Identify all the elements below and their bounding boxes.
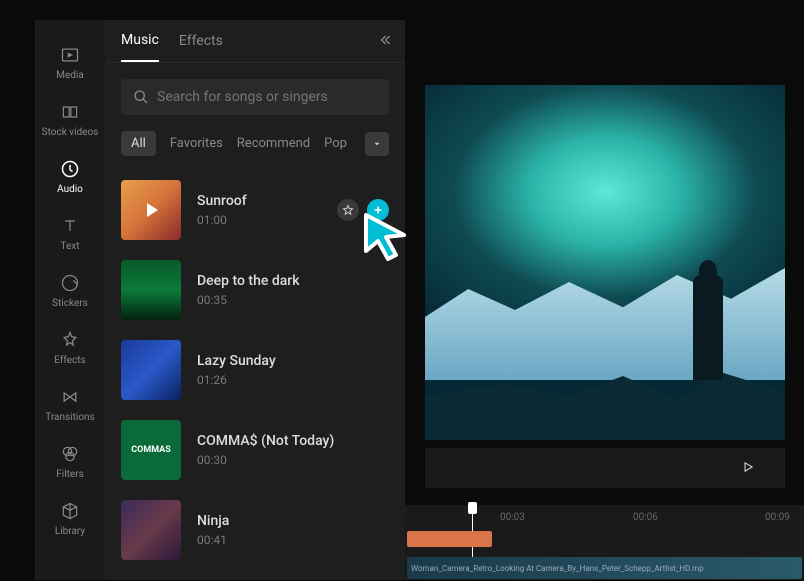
song-duration: 01:00 xyxy=(197,213,337,227)
sidebar-item-transitions[interactable]: Transitions xyxy=(35,376,105,433)
timeline[interactable]: 00:03 00:06 00:09 Woman_Camera_Retro_Loo… xyxy=(405,505,804,580)
ruler-mark: 00:06 xyxy=(633,512,658,523)
sidebar-item-media[interactable]: Media xyxy=(35,34,105,91)
song-info: Lazy Sunday 01:26 xyxy=(197,353,389,387)
song-item[interactable]: Deep to the dark 00:35 xyxy=(121,250,389,330)
song-info: COMMA$ (Not Today) 00:30 xyxy=(197,433,389,467)
stock-videos-icon xyxy=(59,101,81,123)
song-list: Sunroof 01:00 Deep to the dark 00:35 Laz… xyxy=(105,170,405,580)
sidebar: Media Stock videos Audio Text Stickers E… xyxy=(35,20,105,580)
sidebar-item-label: Stickers xyxy=(52,298,88,309)
add-button[interactable] xyxy=(367,199,389,221)
sidebar-item-stock-videos[interactable]: Stock videos xyxy=(35,91,105,148)
sidebar-item-label: Audio xyxy=(57,184,83,195)
timeline-ruler[interactable]: 00:03 00:06 00:09 xyxy=(405,505,804,529)
sidebar-item-audio[interactable]: Audio xyxy=(35,148,105,205)
filter-favorites[interactable]: Favorites xyxy=(170,136,223,151)
play-icon xyxy=(121,180,181,240)
filter-pop[interactable]: Pop xyxy=(324,136,347,151)
song-actions xyxy=(337,199,389,221)
filter-recommend[interactable]: Recommend xyxy=(237,136,310,151)
song-duration: 00:41 xyxy=(197,533,389,547)
song-info: Deep to the dark 00:35 xyxy=(197,273,389,307)
text-icon xyxy=(59,215,81,237)
song-duration: 00:30 xyxy=(197,453,389,467)
sidebar-item-label: Transitions xyxy=(45,412,94,423)
song-duration: 01:26 xyxy=(197,373,389,387)
play-button[interactable] xyxy=(741,459,755,478)
song-item[interactable]: Ninja 00:41 xyxy=(121,490,389,570)
sidebar-item-label: Text xyxy=(60,241,79,252)
tabs: Music Effects xyxy=(105,20,405,63)
stickers-icon xyxy=(59,272,81,294)
preview-image xyxy=(425,85,785,440)
favorite-button[interactable] xyxy=(337,199,359,221)
song-title: Deep to the dark xyxy=(197,273,389,289)
audio-panel: Music Effects All Favorites Recommend Po… xyxy=(105,20,405,580)
search-icon xyxy=(133,89,149,105)
sidebar-item-stickers[interactable]: Stickers xyxy=(35,262,105,319)
preview-controls xyxy=(425,448,785,488)
search-input[interactable] xyxy=(157,89,377,105)
timeline-track-audio[interactable] xyxy=(405,531,804,555)
video-clip[interactable]: Woman_Camera_Retro_Looking At Camera_By_… xyxy=(407,557,802,579)
sidebar-item-label: Media xyxy=(56,70,84,81)
song-title: Sunroof xyxy=(197,193,337,209)
collapse-icon[interactable] xyxy=(377,32,393,52)
filter-dropdown[interactable] xyxy=(365,132,389,156)
song-item[interactable]: Lazy Sunday 01:26 xyxy=(121,330,389,410)
ruler-mark: 00:03 xyxy=(500,512,525,523)
timeline-track-video[interactable]: Woman_Camera_Retro_Looking At Camera_By_… xyxy=(405,557,804,581)
transitions-icon xyxy=(59,386,81,408)
song-item[interactable]: Sunroof 01:00 xyxy=(121,170,389,250)
song-thumbnail[interactable] xyxy=(121,340,181,400)
sidebar-item-text[interactable]: Text xyxy=(35,205,105,262)
ruler-mark: 00:09 xyxy=(765,512,790,523)
song-title: Lazy Sunday xyxy=(197,353,389,369)
tab-effects[interactable]: Effects xyxy=(179,33,223,61)
sidebar-item-filters[interactable]: Filters xyxy=(35,433,105,490)
tab-music[interactable]: Music xyxy=(121,32,159,62)
song-thumbnail[interactable]: COMMAS xyxy=(121,420,181,480)
song-item[interactable]: COMMAS COMMA$ (Not Today) 00:30 xyxy=(121,410,389,490)
effects-icon xyxy=(59,329,81,351)
song-duration: 00:35 xyxy=(197,293,389,307)
song-thumbnail[interactable] xyxy=(121,180,181,240)
filters: All Favorites Recommend Pop xyxy=(105,125,405,170)
filter-all[interactable]: All xyxy=(121,131,156,156)
library-icon xyxy=(59,500,81,522)
sidebar-item-label: Library xyxy=(55,526,85,537)
search-box[interactable] xyxy=(121,79,389,115)
media-icon xyxy=(59,44,81,66)
song-info: Sunroof 01:00 xyxy=(197,193,337,227)
song-title: Ninja xyxy=(197,513,389,529)
song-thumbnail[interactable] xyxy=(121,500,181,560)
sidebar-item-label: Stock videos xyxy=(42,127,99,138)
song-info: Ninja 00:41 xyxy=(197,513,389,547)
sidebar-item-library[interactable]: Library xyxy=(35,490,105,547)
sidebar-item-effects[interactable]: Effects xyxy=(35,319,105,376)
sidebar-item-label: Filters xyxy=(56,469,84,480)
song-title: COMMA$ (Not Today) xyxy=(197,433,389,449)
sidebar-item-label: Effects xyxy=(54,355,85,366)
audio-clip[interactable] xyxy=(407,531,492,547)
filters-icon xyxy=(59,443,81,465)
song-thumbnail[interactable] xyxy=(121,260,181,320)
audio-icon xyxy=(59,158,81,180)
preview-viewport[interactable] xyxy=(425,85,785,440)
